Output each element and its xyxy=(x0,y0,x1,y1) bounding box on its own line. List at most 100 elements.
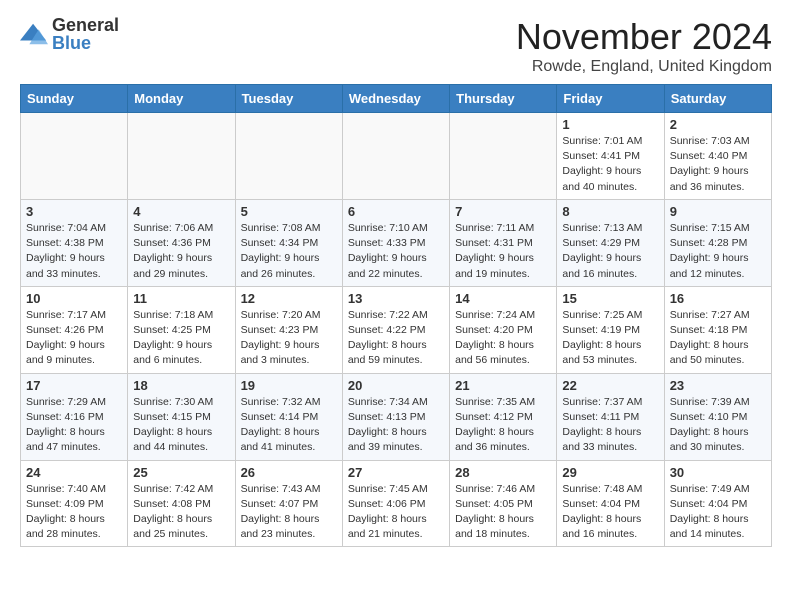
calendar-cell: 25 Sunrise: 7:42 AM Sunset: 4:08 PM Dayli… xyxy=(128,460,235,547)
calendar-cell: 22 Sunrise: 7:37 AM Sunset: 4:11 PM Dayli… xyxy=(557,373,664,460)
day-number: 1 xyxy=(562,117,658,132)
col-header-friday: Friday xyxy=(557,85,664,113)
day-info: Sunrise: 7:11 AM Sunset: 4:31 PM Dayligh… xyxy=(455,221,551,282)
calendar-week-row: 10Sunrise: 7:17 AM Sunset: 4:26 PM Dayli… xyxy=(21,286,772,373)
day-number: 29 xyxy=(562,465,658,480)
calendar-cell: 27Sunrise: 7:45 AM Sunset: 4:06 PM Dayli… xyxy=(342,460,449,547)
day-info: Sunrise: 7:35 AM Sunset: 4:12 PM Dayligh… xyxy=(455,395,551,456)
day-info: Sunrise: 7:15 AM Sunset: 4:28 PM Dayligh… xyxy=(670,221,766,282)
day-info: Sunrise: 7:22 AM Sunset: 4:22 PM Dayligh… xyxy=(348,308,444,369)
col-header-wednesday: Wednesday xyxy=(342,85,449,113)
title-block: November 2024 Rowde, England, United Kin… xyxy=(516,16,772,76)
day-number: 23 xyxy=(670,378,766,393)
day-number: 2 xyxy=(670,117,766,132)
calendar-cell: 2 Sunrise: 7:03 AM Sunset: 4:40 PM Daylig… xyxy=(664,113,771,200)
calendar-week-row: 24Sunrise: 7:40 AM Sunset: 4:09 PM Dayli… xyxy=(21,460,772,547)
day-number: 14 xyxy=(455,291,551,306)
calendar-cell: 1 Sunrise: 7:01 AM Sunset: 4:41 PM Daylig… xyxy=(557,113,664,200)
calendar-cell: 29 Sunrise: 7:48 AM Sunset: 4:04 PM Dayli… xyxy=(557,460,664,547)
day-info: Sunrise: 7:29 AM Sunset: 4:16 PM Dayligh… xyxy=(26,395,122,456)
day-info: Sunrise: 7:34 AM Sunset: 4:13 PM Dayligh… xyxy=(348,395,444,456)
day-number: 18 xyxy=(133,378,229,393)
day-info: Sunrise: 7:39 AM Sunset: 4:10 PM Dayligh… xyxy=(670,395,766,456)
page-header: General Blue November 2024 Rowde, Englan… xyxy=(20,16,772,76)
day-number: 9 xyxy=(670,204,766,219)
calendar-cell xyxy=(235,113,342,200)
calendar-cell: 26 Sunrise: 7:43 AM Sunset: 4:07 PM Dayli… xyxy=(235,460,342,547)
day-number: 20 xyxy=(348,378,444,393)
day-number: 26 xyxy=(241,465,337,480)
day-info: Sunrise: 7:25 AM Sunset: 4:19 PM Dayligh… xyxy=(562,308,658,369)
calendar-cell: 13 Sunrise: 7:22 AM Sunset: 4:22 PM Dayli… xyxy=(342,286,449,373)
calendar-cell: 20 Sunrise: 7:34 AM Sunset: 4:13 PM Dayli… xyxy=(342,373,449,460)
calendar-cell: 8 Sunrise: 7:13 AM Sunset: 4:29 PM Daylig… xyxy=(557,199,664,286)
calendar-cell: 16Sunrise: 7:27 AM Sunset: 4:18 PM Dayli… xyxy=(664,286,771,373)
day-number: 27 xyxy=(348,465,444,480)
calendar-cell: 10Sunrise: 7:17 AM Sunset: 4:26 PM Dayli… xyxy=(21,286,128,373)
day-info: Sunrise: 7:37 AM Sunset: 4:11 PM Dayligh… xyxy=(562,395,658,456)
calendar-cell: 11 Sunrise: 7:18 AM Sunset: 4:25 PM Dayli… xyxy=(128,286,235,373)
calendar-cell xyxy=(21,113,128,200)
calendar-cell: 5Sunrise: 7:08 AM Sunset: 4:34 PM Daylig… xyxy=(235,199,342,286)
col-header-sunday: Sunday xyxy=(21,85,128,113)
day-info: Sunrise: 7:40 AM Sunset: 4:09 PM Dayligh… xyxy=(26,482,122,543)
calendar-header-row: SundayMondayTuesdayWednesdayThursdayFrid… xyxy=(21,85,772,113)
calendar-cell: 4Sunrise: 7:06 AM Sunset: 4:36 PM Daylig… xyxy=(128,199,235,286)
logo-general: General xyxy=(52,16,119,34)
day-info: Sunrise: 7:08 AM Sunset: 4:34 PM Dayligh… xyxy=(241,221,337,282)
day-info: Sunrise: 7:46 AM Sunset: 4:05 PM Dayligh… xyxy=(455,482,551,543)
day-info: Sunrise: 7:30 AM Sunset: 4:15 PM Dayligh… xyxy=(133,395,229,456)
calendar-cell: 30Sunrise: 7:49 AM Sunset: 4:04 PM Dayli… xyxy=(664,460,771,547)
day-number: 13 xyxy=(348,291,444,306)
col-header-thursday: Thursday xyxy=(450,85,557,113)
col-header-monday: Monday xyxy=(128,85,235,113)
calendar-week-row: 1 Sunrise: 7:01 AM Sunset: 4:41 PM Daylig… xyxy=(21,113,772,200)
day-number: 25 xyxy=(133,465,229,480)
calendar-week-row: 17 Sunrise: 7:29 AM Sunset: 4:16 PM Dayli… xyxy=(21,373,772,460)
day-info: Sunrise: 7:42 AM Sunset: 4:08 PM Dayligh… xyxy=(133,482,229,543)
calendar-cell xyxy=(128,113,235,200)
day-info: Sunrise: 7:03 AM Sunset: 4:40 PM Dayligh… xyxy=(670,134,766,195)
day-number: 21 xyxy=(455,378,551,393)
calendar-cell: 24Sunrise: 7:40 AM Sunset: 4:09 PM Dayli… xyxy=(21,460,128,547)
day-info: Sunrise: 7:10 AM Sunset: 4:33 PM Dayligh… xyxy=(348,221,444,282)
day-info: Sunrise: 7:17 AM Sunset: 4:26 PM Dayligh… xyxy=(26,308,122,369)
calendar-cell: 7 Sunrise: 7:11 AM Sunset: 4:31 PM Daylig… xyxy=(450,199,557,286)
calendar-cell xyxy=(450,113,557,200)
calendar-cell: 14 Sunrise: 7:24 AM Sunset: 4:20 PM Dayli… xyxy=(450,286,557,373)
day-number: 28 xyxy=(455,465,551,480)
day-number: 7 xyxy=(455,204,551,219)
day-info: Sunrise: 7:43 AM Sunset: 4:07 PM Dayligh… xyxy=(241,482,337,543)
calendar-cell: 15 Sunrise: 7:25 AM Sunset: 4:19 PM Dayli… xyxy=(557,286,664,373)
logo-text: General Blue xyxy=(52,16,119,52)
day-number: 22 xyxy=(562,378,658,393)
day-number: 17 xyxy=(26,378,122,393)
day-info: Sunrise: 7:32 AM Sunset: 4:14 PM Dayligh… xyxy=(241,395,337,456)
day-info: Sunrise: 7:13 AM Sunset: 4:29 PM Dayligh… xyxy=(562,221,658,282)
calendar-cell: 6 Sunrise: 7:10 AM Sunset: 4:33 PM Daylig… xyxy=(342,199,449,286)
calendar-cell: 19 Sunrise: 7:32 AM Sunset: 4:14 PM Dayli… xyxy=(235,373,342,460)
day-number: 15 xyxy=(562,291,658,306)
day-info: Sunrise: 7:18 AM Sunset: 4:25 PM Dayligh… xyxy=(133,308,229,369)
day-number: 19 xyxy=(241,378,337,393)
calendar-cell xyxy=(342,113,449,200)
day-number: 12 xyxy=(241,291,337,306)
day-info: Sunrise: 7:24 AM Sunset: 4:20 PM Dayligh… xyxy=(455,308,551,369)
col-header-tuesday: Tuesday xyxy=(235,85,342,113)
calendar-cell: 3Sunrise: 7:04 AM Sunset: 4:38 PM Daylig… xyxy=(21,199,128,286)
day-number: 11 xyxy=(133,291,229,306)
col-header-saturday: Saturday xyxy=(664,85,771,113)
day-number: 30 xyxy=(670,465,766,480)
month-title: November 2024 xyxy=(516,16,772,58)
location: Rowde, England, United Kingdom xyxy=(516,58,772,76)
logo: General Blue xyxy=(20,16,119,52)
calendar-cell: 23 Sunrise: 7:39 AM Sunset: 4:10 PM Dayli… xyxy=(664,373,771,460)
calendar-table: SundayMondayTuesdayWednesdayThursdayFrid… xyxy=(20,84,772,547)
day-number: 6 xyxy=(348,204,444,219)
calendar-cell: 9 Sunrise: 7:15 AM Sunset: 4:28 PM Daylig… xyxy=(664,199,771,286)
day-info: Sunrise: 7:01 AM Sunset: 4:41 PM Dayligh… xyxy=(562,134,658,195)
day-info: Sunrise: 7:06 AM Sunset: 4:36 PM Dayligh… xyxy=(133,221,229,282)
day-number: 8 xyxy=(562,204,658,219)
day-number: 16 xyxy=(670,291,766,306)
day-info: Sunrise: 7:48 AM Sunset: 4:04 PM Dayligh… xyxy=(562,482,658,543)
